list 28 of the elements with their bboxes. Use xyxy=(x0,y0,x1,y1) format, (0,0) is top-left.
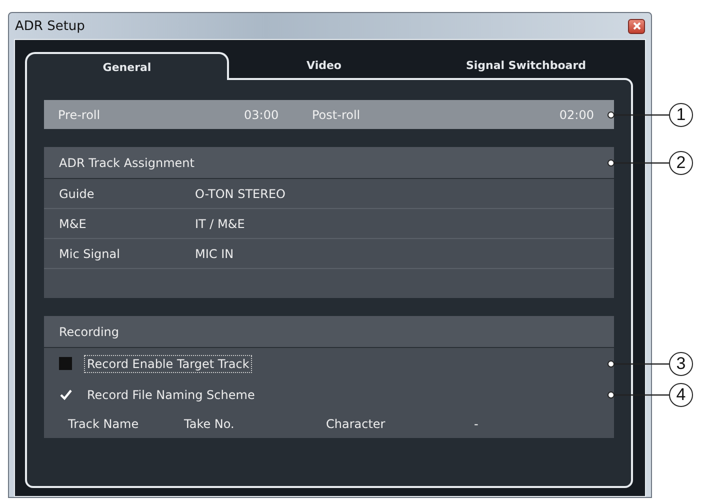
tab[interactable]: Video xyxy=(229,52,419,78)
naming-field[interactable]: - xyxy=(474,417,478,431)
preroll-label: Pre-roll xyxy=(58,108,102,122)
row-label: M&E xyxy=(59,216,88,230)
track-value[interactable]: MIC IN xyxy=(195,246,234,260)
checkbox-label[interactable]: Record Enable Target Track xyxy=(84,354,252,372)
section-title: ADR Track Assignment xyxy=(59,156,194,170)
row-label: Guide xyxy=(59,186,96,200)
callout-number: 4 xyxy=(669,382,693,406)
close-icon xyxy=(632,22,640,30)
checkbox[interactable] xyxy=(59,357,72,370)
postroll-label: Post-roll xyxy=(312,108,362,122)
callout-number: 2 xyxy=(669,150,693,174)
close-button[interactable] xyxy=(628,18,645,34)
tab[interactable]: Signal Switchboard xyxy=(419,52,633,78)
tab[interactable]: General xyxy=(25,52,229,80)
track-value[interactable]: IT / M&E xyxy=(195,216,245,230)
naming-field[interactable]: Take No. xyxy=(184,417,326,431)
naming-field[interactable]: Track Name xyxy=(68,417,184,431)
section-title: Recording xyxy=(59,324,120,338)
checkbox-label[interactable]: Record File Naming Scheme xyxy=(84,386,258,404)
row-label: Mic Signal xyxy=(59,246,121,260)
checkbox[interactable] xyxy=(59,388,72,401)
window-title: ADR Setup xyxy=(15,18,85,34)
track-value[interactable]: O-TON STEREO xyxy=(195,186,286,200)
naming-field[interactable]: Character xyxy=(326,417,474,431)
callout-number: 3 xyxy=(669,352,693,376)
callout-number: 1 xyxy=(669,102,693,126)
